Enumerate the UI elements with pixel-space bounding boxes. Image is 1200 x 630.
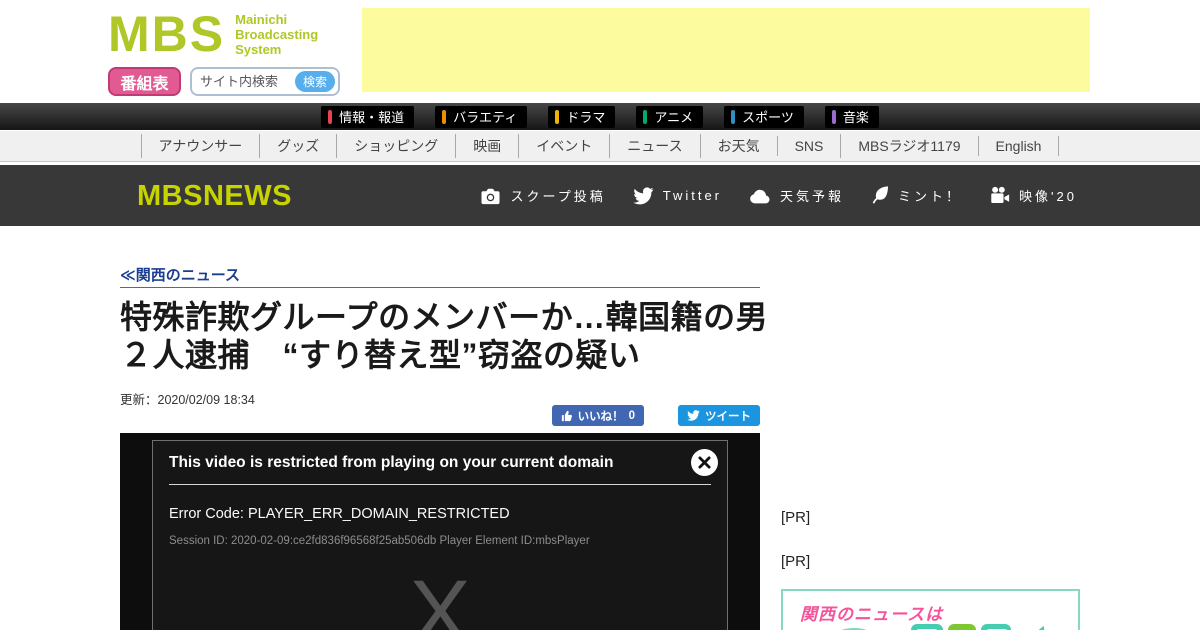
genre-nav-label: バラエティ [453,110,518,125]
tweet-button[interactable]: ツイート [678,405,760,426]
like-button-label: いいね！ [577,410,624,423]
news-link-label: ミント！ [898,189,963,204]
genre-color-bar [643,109,648,124]
thumbs-up-icon [561,410,572,421]
search-input[interactable] [192,74,295,89]
genre-nav-label: アニメ [654,110,694,125]
site-nav-announcer[interactable]: アナウンサー [140,134,260,158]
site-nav-radio[interactable]: MBSラジオ1179 [840,134,977,158]
genre-nav-label: スポーツ [742,110,794,125]
mbs-logo-text: MBS [108,6,226,62]
program-schedule-button[interactable]: 番組表 [108,67,181,96]
twitter-icon [633,186,654,204]
section-divider [120,287,760,288]
genre-color-bar [442,109,447,124]
genre-nav: 情報・報道 バラエティ ドラマ アニメ スポーツ 音楽 [0,103,1200,130]
player-error-modal: This video is restricted from playing on… [152,440,728,630]
facebook-like-button[interactable]: いいね！ 0 [551,405,644,426]
genre-nav-label: ドラマ [566,110,606,125]
ad-banner-placeholder[interactable] [362,8,1090,92]
kansai-news-promo-banner[interactable]: 関西のニュースは [781,589,1080,630]
genre-color-bar [731,109,736,124]
mint-program-link[interactable]: ミント！ [871,185,962,207]
close-icon [698,456,711,469]
mbs-logo[interactable]: MBS Mainichi Broadcasting System [108,8,318,60]
logo-subtitle-line: Broadcasting [235,26,319,42]
genre-nav-item-sports[interactable]: スポーツ [724,105,804,128]
player-session-id: Session ID: 2020-02-09:ce2fd836f96568f25… [169,535,590,547]
modal-close-button[interactable] [691,449,718,476]
genre-nav-label: 情報・報道 [339,110,405,125]
news-link-label: 天気予報 [780,189,845,204]
cloud-icon [750,189,770,203]
news-bar-links: スクープ投稿 Twitter 天気予報 ミント！ 映像'20 [480,165,1077,226]
site-nav-sns[interactable]: SNS [776,136,841,156]
genre-nav-item-music[interactable]: 音楽 [824,105,879,128]
video-player[interactable]: This video is restricted from playing on… [120,433,760,630]
social-share-row: いいね！ 0 ツイート [120,405,760,426]
news-link-label: スクープ投稿 [510,189,606,204]
site-header: MBS Mainichi Broadcasting System 番組表 検索 [0,0,1200,103]
genre-nav-item-variety[interactable]: バラエティ [435,105,528,128]
site-nav-event[interactable]: イベント [518,134,609,158]
promo-banner-title: 関西のニュースは [800,605,944,624]
player-error-code: Error Code: PLAYER_ERR_DOMAIN_RESTRICTED [169,506,510,522]
mbs-news-page: MBS Mainichi Broadcasting System 番組表 検索 … [0,0,1200,630]
site-nav-weather[interactable]: お天気 [699,134,777,158]
promo-shape [981,624,1011,630]
genre-nav-item-drama[interactable]: ドラマ [548,105,616,128]
news-link-label: 映像'20 [1019,189,1077,204]
site-search-box: 検索 [190,67,340,96]
twitter-link[interactable]: Twitter [633,186,723,205]
modal-divider [169,484,711,485]
site-nav-english[interactable]: English [977,136,1060,156]
news-link-label: Twitter [662,188,723,203]
mbs-logo-subtitle: Mainichi Broadcasting System [235,12,318,57]
like-count: 0 [628,409,635,422]
pr-label: [PR] [781,553,811,570]
video-camera-icon [991,186,1010,203]
promo-shape [911,624,943,630]
tweet-button-label: ツイート [705,410,751,423]
video20-link[interactable]: 映像'20 [989,186,1077,205]
scoop-post-link[interactable]: スクープ投稿 [480,186,605,205]
mbs-news-header-bar: MBSNEWS スクープ投稿 Twitter 天気予報 ミント！ 映像'20 [0,165,1200,226]
genre-nav-item-houdou[interactable]: 情報・報道 [321,105,415,128]
site-nav-shopping[interactable]: ショッピング [336,134,455,158]
promo-banner-graphics [783,619,1078,630]
article-title: 特殊詐欺グループのメンバーか…韓国籍の男２人逮捕 “すり替え型”窃盗の疑い [120,299,769,373]
genre-nav-item-anime[interactable]: アニメ [636,105,704,128]
promo-shape [948,624,976,630]
logo-subtitle-line: System [235,41,282,57]
pr-label: [PR] [781,509,811,526]
camera-icon [481,188,500,204]
site-nav-news[interactable]: ニュース [609,134,699,158]
site-nav-goods[interactable]: グッズ [259,134,336,158]
weather-forecast-link[interactable]: 天気予報 [749,186,844,205]
genre-color-bar [555,109,560,124]
site-nav: アナウンサー グッズ ショッピング 映画 イベント ニュース お天気 SNS M… [0,131,1200,162]
kansai-news-breadcrumb[interactable]: ≪関西のニュース [120,264,240,285]
genre-nav-label: 音楽 [842,110,869,125]
player-error-watermark: X [409,562,471,630]
genre-color-bar [831,109,836,124]
genre-color-bar [328,109,333,124]
search-button[interactable]: 検索 [295,71,335,92]
leaf-icon [872,185,889,204]
twitter-icon [687,410,700,421]
mbs-news-logo[interactable]: MBSNEWS [137,180,292,213]
site-nav-movie[interactable]: 映画 [455,134,518,158]
logo-subtitle-line: Mainichi [235,11,288,27]
error-modal-title: This video is restricted from playing on… [169,454,614,471]
